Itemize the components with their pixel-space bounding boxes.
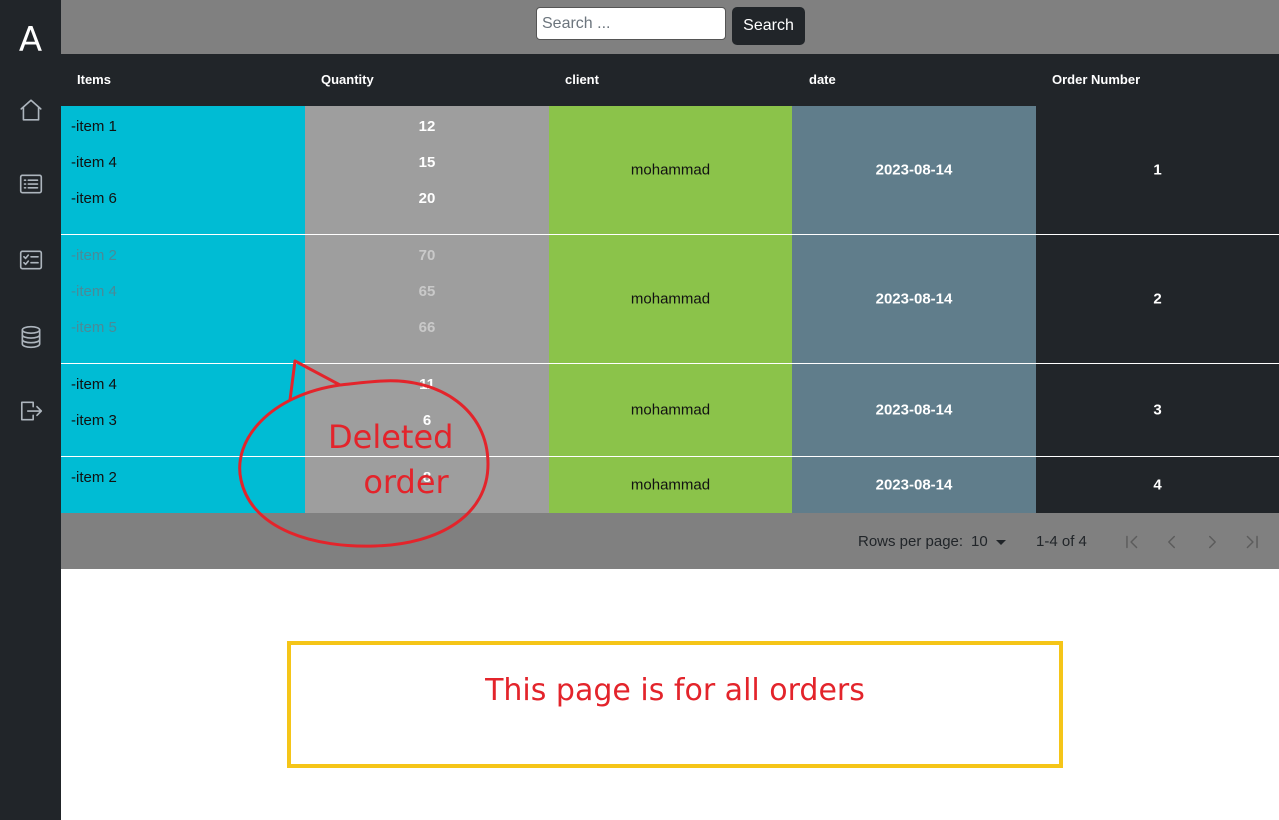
column-header-client[interactable]: client [565, 54, 599, 106]
quantity-value: 15 [418, 154, 436, 171]
order-date: 2023-08-14 [875, 401, 953, 419]
logout-icon[interactable] [17, 397, 45, 425]
quantity-value: 65 [418, 283, 436, 300]
date-cell: 2023-08-14 [792, 457, 1036, 513]
item-line: -item 2 [71, 469, 117, 486]
date-cell: 2023-08-14 [792, 364, 1036, 456]
quantity-value: 12 [418, 118, 436, 135]
list-icon[interactable] [17, 170, 45, 198]
item-line: -item 5 [71, 319, 117, 336]
sidebar: A [0, 0, 61, 820]
pagination-bar: Rows per page: 10 1-4 of 4 [61, 513, 1279, 569]
items-cell: -item 4 -item 3 [61, 364, 305, 456]
table-header: Items Quantity client date Order Number [61, 54, 1279, 106]
quantity-value: 66 [418, 319, 436, 336]
table-row[interactable]: -item 4 -item 3 11 6 mohammad 2023-08-14… [61, 364, 1279, 456]
date-cell: 2023-08-14 [792, 106, 1036, 234]
items-cell: -item 2 -item 4 -item 5 [61, 235, 305, 363]
rows-per-page-select[interactable]: 10 [971, 533, 988, 550]
note-box: This page is for all orders [287, 641, 1063, 768]
table-row[interactable]: -item 2 8 mohammad 2023-08-14 4 [61, 457, 1279, 513]
client-name: mohammad [630, 476, 711, 494]
app-logo: A [18, 20, 43, 60]
order-date: 2023-08-14 [875, 161, 953, 179]
item-line: -item 6 [71, 190, 117, 207]
checklist-card-icon[interactable] [17, 246, 45, 274]
order-number-cell: 2 [1036, 235, 1279, 363]
item-line: -item 4 [71, 154, 117, 171]
client-name: mohammad [630, 290, 711, 308]
client-cell: mohammad [549, 457, 792, 513]
quantity-value: 11 [419, 376, 435, 393]
order-number: 2 [1153, 290, 1162, 308]
search-button[interactable]: Search [732, 7, 805, 45]
column-header-quantity[interactable]: Quantity [321, 54, 374, 106]
order-date: 2023-08-14 [875, 476, 953, 494]
item-line: -item 2 [71, 247, 117, 264]
client-cell: mohammad [549, 106, 792, 234]
table-row-deleted[interactable]: -item 2 -item 4 -item 5 70 65 66 mohamma… [61, 235, 1279, 363]
order-number: 1 [1153, 161, 1162, 179]
search-input[interactable] [536, 7, 726, 40]
quantity-cell: 70 65 66 [305, 235, 549, 363]
previous-page-icon[interactable] [1161, 531, 1183, 553]
item-line: -item 1 [71, 118, 117, 135]
column-header-date[interactable]: date [809, 54, 836, 106]
order-number: 4 [1153, 476, 1162, 494]
rows-per-page-label: Rows per page: [858, 533, 964, 550]
items-cell: -item 2 [61, 457, 305, 513]
client-name: mohammad [630, 401, 711, 419]
top-bar: Search [61, 0, 1279, 54]
home-icon[interactable] [17, 96, 45, 124]
date-cell: 2023-08-14 [792, 235, 1036, 363]
order-number-cell: 1 [1036, 106, 1279, 234]
order-date: 2023-08-14 [875, 290, 953, 308]
table-row[interactable]: -item 1 -item 4 -item 6 12 15 20 mohamma… [61, 106, 1279, 234]
client-cell: mohammad [549, 364, 792, 456]
client-name: mohammad [630, 161, 711, 179]
quantity-value: 20 [418, 190, 436, 207]
order-number-cell: 4 [1036, 457, 1279, 513]
column-header-items[interactable]: Items [77, 54, 111, 106]
note-text: This page is for all orders [485, 673, 865, 708]
item-line: -item 3 [71, 412, 117, 429]
database-icon[interactable] [17, 323, 45, 351]
first-page-icon[interactable] [1121, 531, 1143, 553]
last-page-icon[interactable] [1241, 531, 1263, 553]
item-line: -item 4 [71, 283, 117, 300]
client-cell: mohammad [549, 235, 792, 363]
next-page-icon[interactable] [1201, 531, 1223, 553]
column-header-order-number[interactable]: Order Number [1052, 54, 1140, 106]
order-number-cell: 3 [1036, 364, 1279, 456]
order-number: 3 [1153, 401, 1162, 419]
items-cell: -item 1 -item 4 -item 6 [61, 106, 305, 234]
callout-text-line2: order [363, 463, 449, 501]
quantity-value: 70 [418, 247, 436, 264]
caret-down-icon[interactable] [996, 540, 1006, 545]
item-line: -item 4 [71, 376, 117, 393]
quantity-cell: 12 15 20 [305, 106, 549, 234]
page-range: 1-4 of 4 [1036, 533, 1087, 550]
callout-text-line1: Deleted [328, 418, 454, 456]
